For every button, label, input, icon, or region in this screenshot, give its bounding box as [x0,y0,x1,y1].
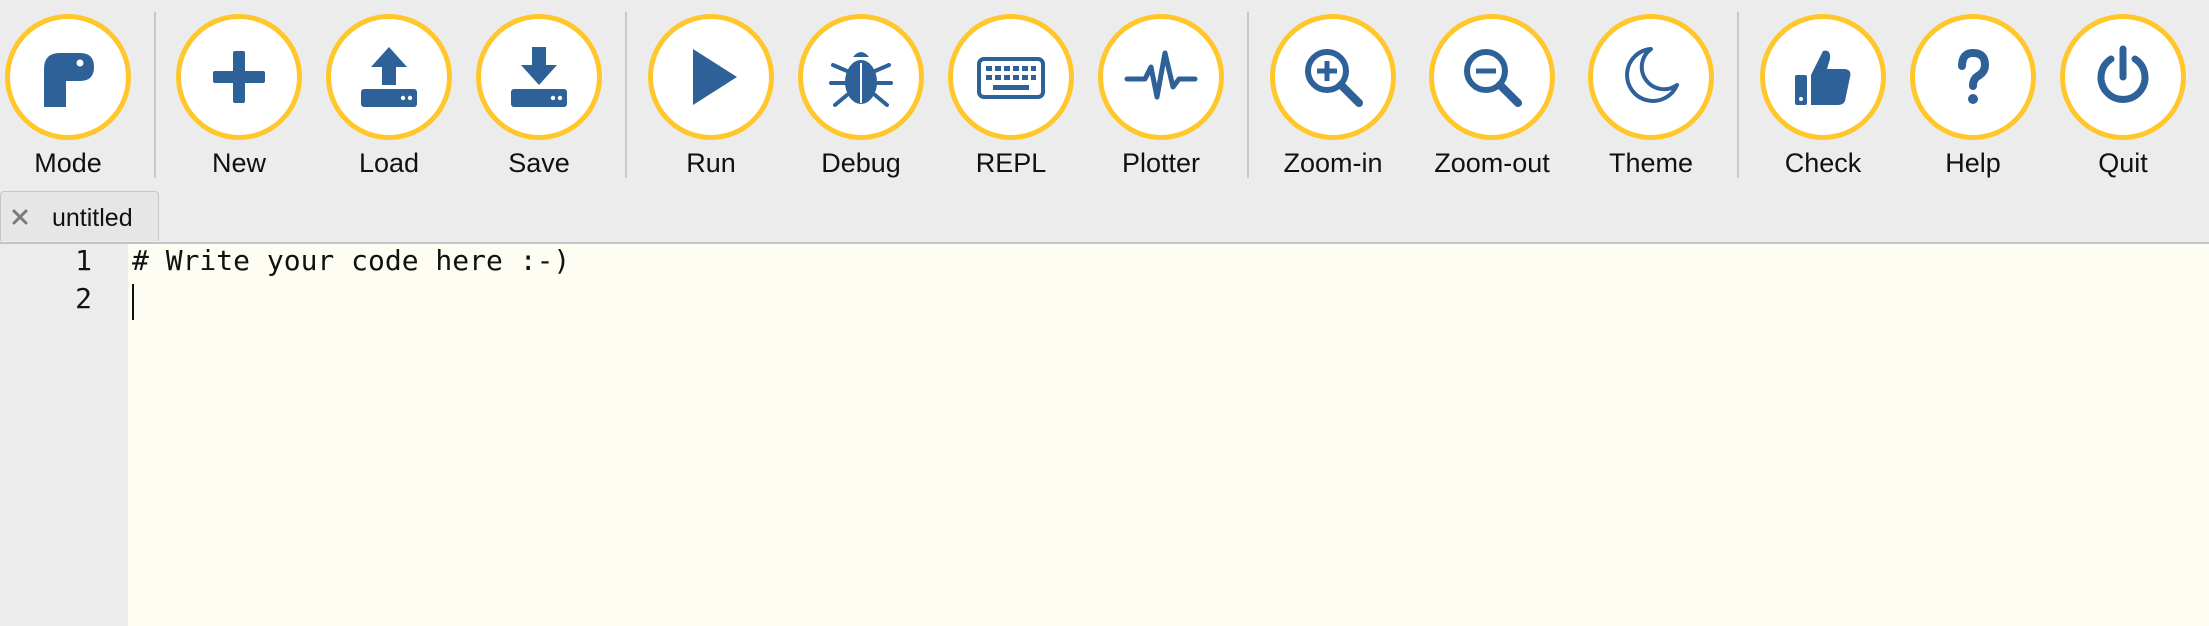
zoom-in-icon [1305,49,1363,107]
toolbar-separator [625,12,627,178]
toolbar: Mode New Load Save Run Debug REPL Plotte… [0,0,2209,190]
bug-icon [829,52,893,107]
line-number: 1 [75,244,92,277]
plotter-button[interactable]: Plotter [1086,14,1236,184]
mode-button[interactable]: Mode [0,14,143,184]
check-label: Check [1784,148,1862,178]
plotter-button-ring [1098,14,1224,140]
theme-button[interactable]: Theme [1576,14,1726,184]
zoom-in-button-ring [1270,14,1396,140]
plotter-label: Plotter [1121,148,1201,178]
question-icon [1958,48,1990,104]
python-mode-icon [44,53,94,107]
download-icon [511,47,567,107]
quit-label: Quit [2098,148,2148,178]
close-icon[interactable] [9,206,31,228]
tab-label: untitled [52,204,133,232]
repl-label: REPL [975,148,1047,178]
thumbs-up-icon [1795,50,1851,105]
help-label: Help [1945,148,2001,178]
theme-button-ring [1588,14,1714,140]
tab-bar: untitled [0,190,2209,244]
repl-button-ring [948,14,1074,140]
run-button-ring [648,14,774,140]
pulse-icon [1124,50,1198,100]
play-icon [693,49,737,105]
code-editor[interactable]: 1 2 # Write your code here :-) [0,244,2209,626]
save-label: Save [508,148,570,178]
moon-icon [1625,47,1679,103]
tab-untitled[interactable]: untitled [0,191,159,241]
debug-label: Debug [821,148,901,178]
power-icon [2097,45,2149,103]
line-number-gutter: 1 2 [0,244,128,626]
help-button-ring [1910,14,2036,140]
text-cursor [132,284,134,320]
quit-button-ring [2060,14,2186,140]
load-label: Load [358,148,420,178]
zoom-out-button[interactable]: Zoom-out [1417,14,1567,184]
load-button[interactable]: Load [314,14,464,184]
toolbar-separator [1247,12,1249,178]
quit-button[interactable]: Quit [2048,14,2198,184]
save-button-ring [476,14,602,140]
check-button-ring [1760,14,1886,140]
repl-button[interactable]: REPL [936,14,1086,184]
new-button[interactable]: New [164,14,314,184]
save-button[interactable]: Save [464,14,614,184]
run-button[interactable]: Run [636,14,786,184]
zoom-out-icon [1464,49,1522,107]
mode-label: Mode [34,148,102,178]
toolbar-separator [1737,12,1739,178]
debug-button[interactable]: Debug [786,14,936,184]
code-line[interactable]: # Write your code here :-) [132,244,570,277]
zoom-out-button-ring [1429,14,1555,140]
theme-label: Theme [1608,148,1694,178]
zoom-out-label: Zoom-out [1434,148,1550,178]
zoom-in-button[interactable]: Zoom-in [1258,14,1408,184]
mode-button-ring [5,14,131,140]
toolbar-separator [154,12,156,178]
run-label: Run [686,148,736,178]
load-button-ring [326,14,452,140]
check-button[interactable]: Check [1748,14,1898,184]
new-button-ring [176,14,302,140]
plus-icon [213,51,265,103]
upload-icon [361,47,417,107]
help-button[interactable]: Help [1898,14,2048,184]
new-label: New [211,148,266,178]
keyboard-icon [977,57,1045,99]
zoom-in-label: Zoom-in [1283,148,1383,178]
line-number: 2 [75,282,92,315]
debug-button-ring [798,14,924,140]
